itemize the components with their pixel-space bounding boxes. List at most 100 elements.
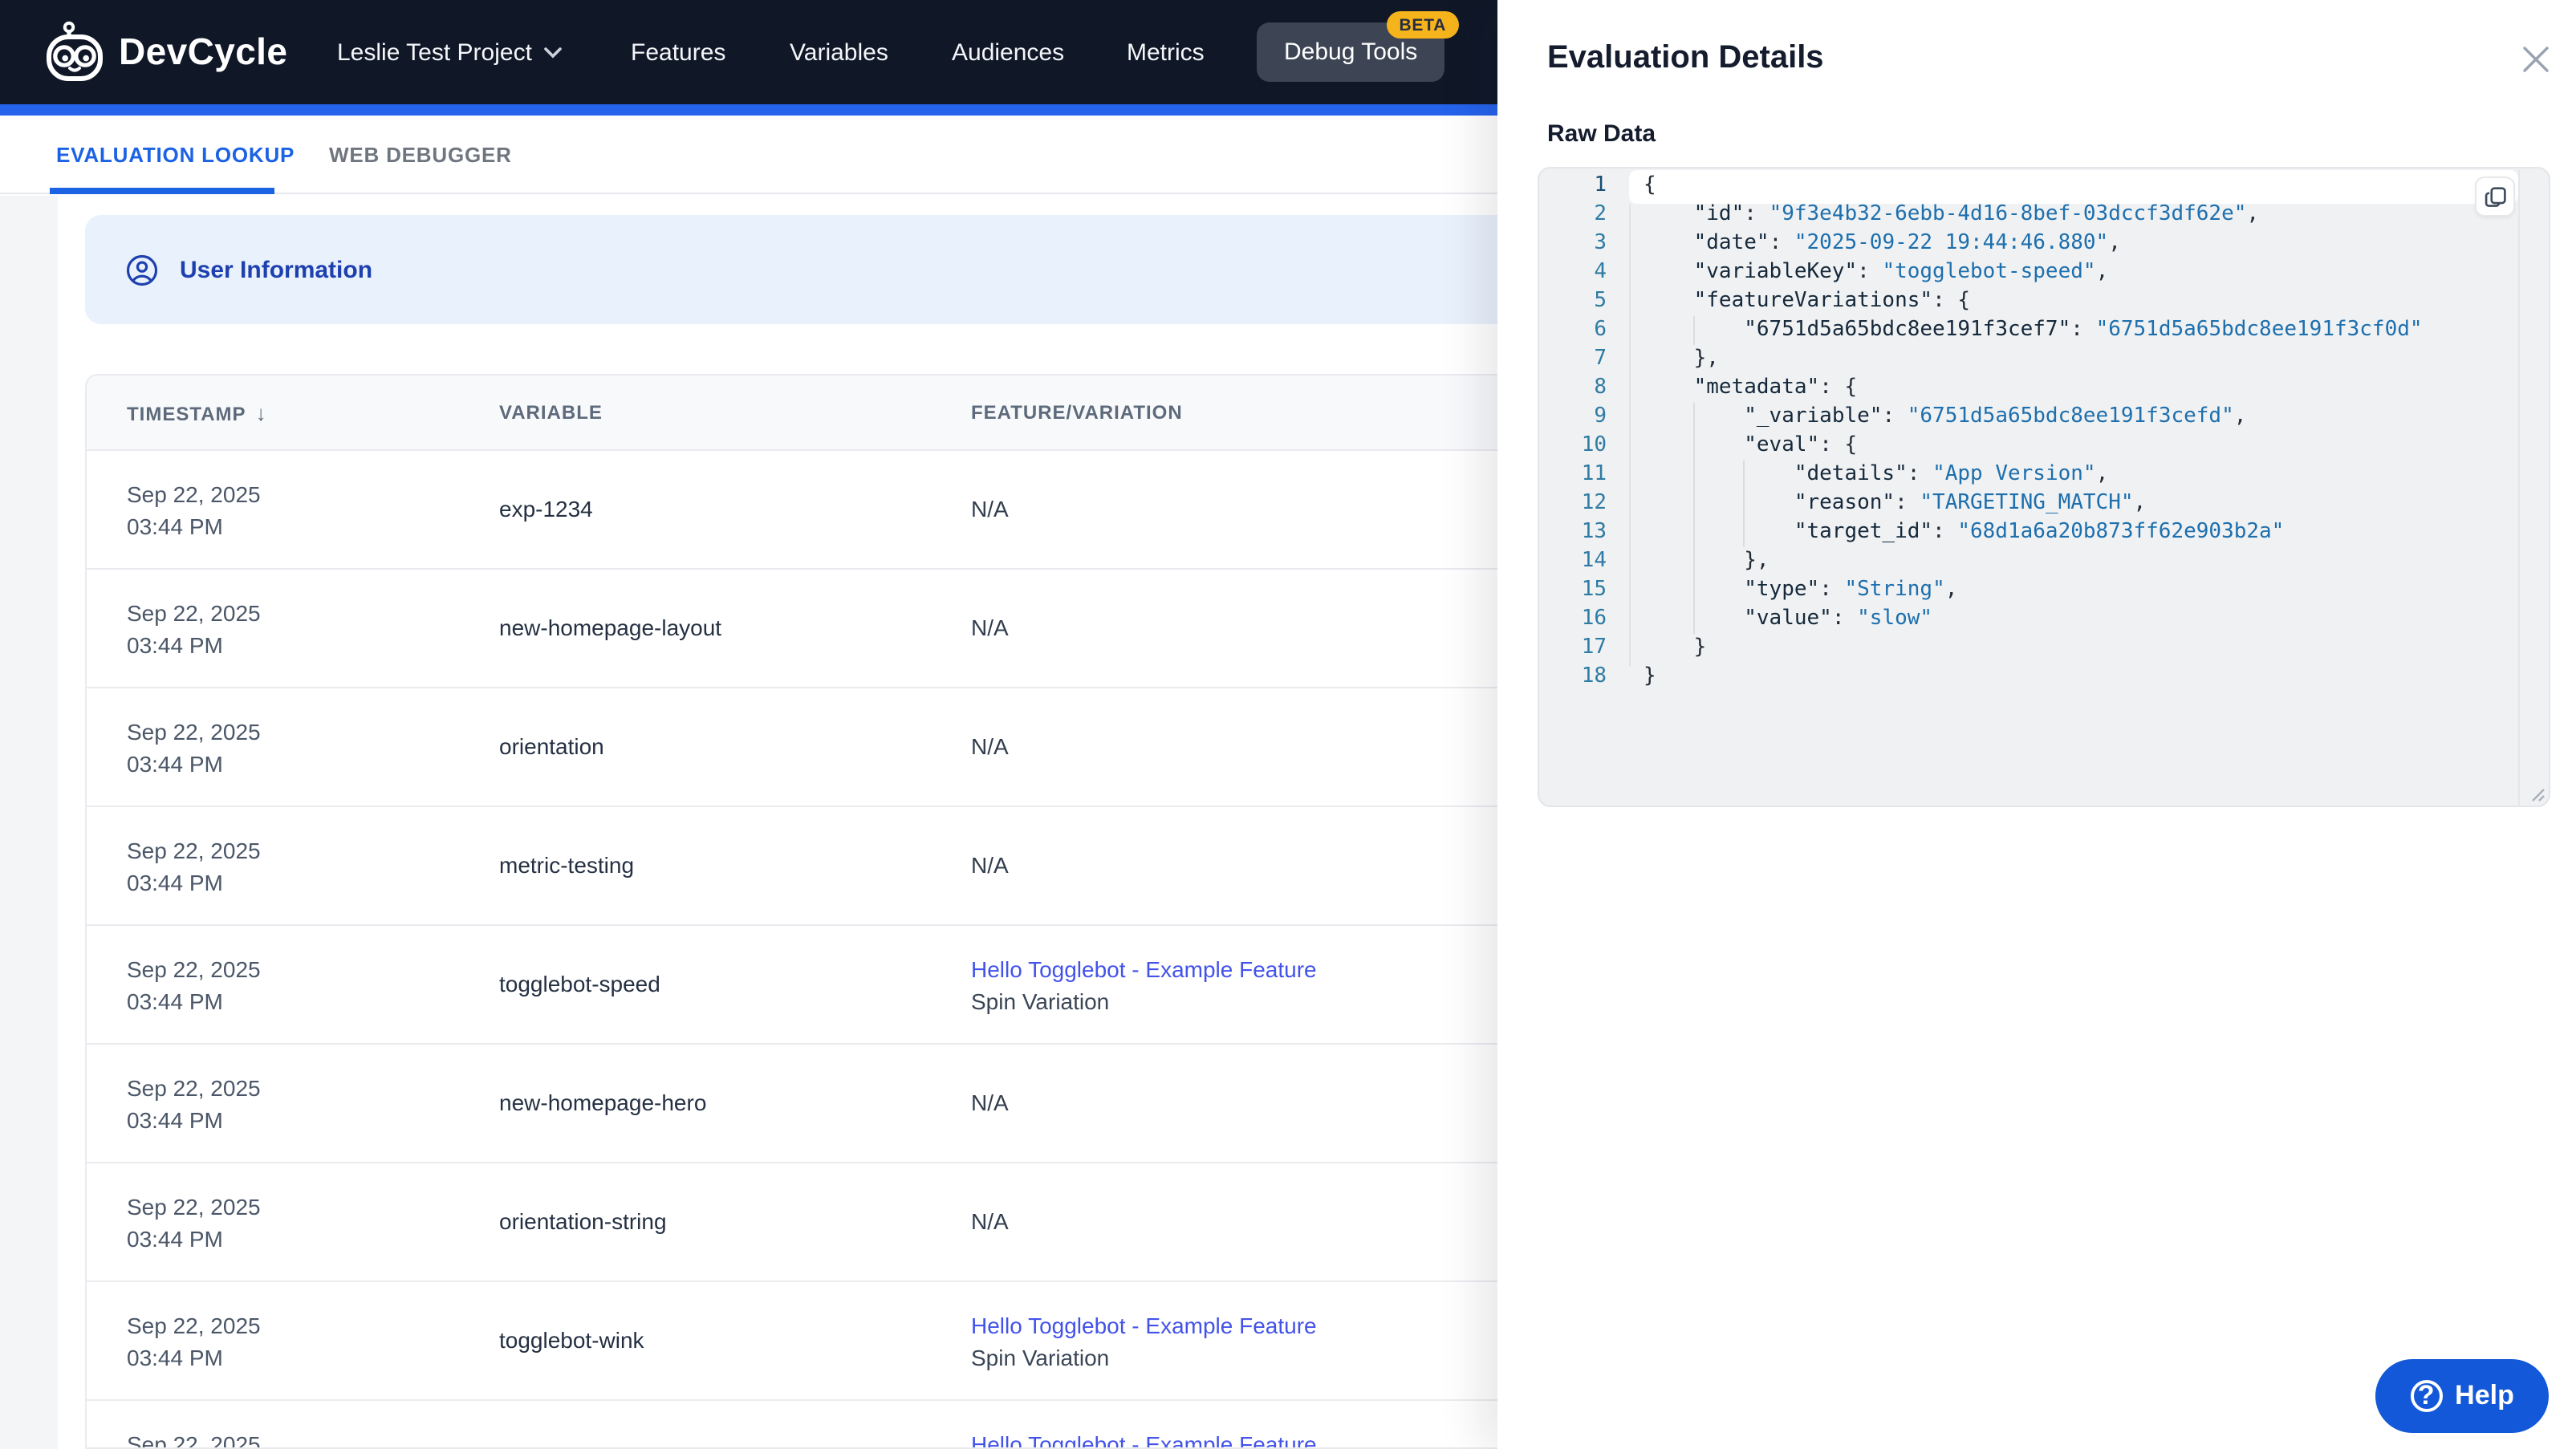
feature-link[interactable]: Hello Togglebot - Example Feature xyxy=(971,1431,1317,1447)
timestamp-cell: Sep 22, 202503:44 PM xyxy=(127,1312,261,1370)
code-line: 18} xyxy=(1539,663,2549,692)
code-line: 12 "reason": "TARGETING_MATCH", xyxy=(1539,489,2549,518)
code-line: 1{ xyxy=(1539,172,2549,201)
table-header: TIMESTAMP ↓ VARIABLE FEATURE/VARIATION xyxy=(87,375,1531,451)
column-header-timestamp[interactable]: TIMESTAMP ↓ xyxy=(87,400,499,424)
evaluation-details-panel: Evaluation Details Raw Data 1{2 "id": "9… xyxy=(1497,0,2576,1449)
arrow-down-icon: ↓ xyxy=(255,400,267,424)
code-line: 8 "metadata": { xyxy=(1539,374,2549,403)
code-line: 10 "eval": { xyxy=(1539,432,2549,461)
timestamp-cell: Sep 22, 202503:44 PM xyxy=(127,718,261,776)
timestamp-cell: Sep 22, 202503:44 PM xyxy=(127,481,261,538)
table-row[interactable]: Sep 22, 202503:44 PM togglebot-speed Hello… xyxy=(87,1401,1531,1449)
table-row[interactable]: Sep 22, 2025 03:44 PM new-homepage-hero N/A xyxy=(87,1045,1531,1163)
line-number: 13 xyxy=(1581,520,1607,544)
variable-cell: new-homepage-hero xyxy=(499,1089,707,1114)
nav-item-metrics[interactable]: Metrics xyxy=(1127,39,1205,66)
variable-cell: togglebot-speed xyxy=(499,1445,660,1447)
code-line: 9 "_variable": "6751d5a65bdc8ee191f3cefd… xyxy=(1539,403,2549,432)
variable-cell: orientation-string xyxy=(499,1208,667,1233)
raw-data-code-block[interactable]: 1{2 "id": "9f3e4b32-6ebb-4d16-8bef-03dcc… xyxy=(1538,167,2550,807)
devcycle-logo[interactable]: DevCycle xyxy=(43,18,287,86)
variation-label: Spin Variation xyxy=(971,988,1110,1013)
copy-button[interactable] xyxy=(2475,177,2515,217)
tab-web-debugger[interactable]: WEB DEBUGGER xyxy=(329,116,512,193)
code-line: 4 "variableKey": "togglebot-speed", xyxy=(1539,258,2549,287)
feature-link[interactable]: Hello Togglebot - Example Feature xyxy=(971,956,1317,981)
line-number: 4 xyxy=(1594,260,1607,284)
line-number: 2 xyxy=(1594,202,1607,226)
feature-na: N/A xyxy=(971,1089,1009,1114)
variable-cell: new-homepage-layout xyxy=(499,614,722,639)
feature-link[interactable]: Hello Togglebot - Example Feature xyxy=(971,1312,1317,1337)
code-line: 11 "details": "App Version", xyxy=(1539,461,2549,489)
user-information-banner[interactable]: User Information xyxy=(85,215,1533,324)
tab-evaluation-lookup[interactable]: EVALUATION LOOKUP xyxy=(56,116,295,193)
line-number: 14 xyxy=(1581,549,1607,573)
variable-cell: metric-testing xyxy=(499,851,635,877)
code-line: 5 "featureVariations": { xyxy=(1539,287,2549,316)
line-number: 6 xyxy=(1594,318,1607,342)
column-header-feature-variation[interactable]: FEATURE/VARIATION xyxy=(971,401,1531,424)
user-information-label: User Information xyxy=(180,256,373,283)
timestamp-cell: Sep 22, 202503:44 PM xyxy=(127,599,261,657)
resize-grip[interactable] xyxy=(2528,785,2546,802)
line-number: 17 xyxy=(1581,635,1607,660)
column-header-variable[interactable]: VARIABLE xyxy=(499,401,971,424)
line-number: 3 xyxy=(1594,231,1607,255)
table-row[interactable]: Sep 22, 2025 03:44 PM exp-1234 N/A xyxy=(87,451,1531,570)
close-icon[interactable] xyxy=(2521,45,2550,74)
line-number: 15 xyxy=(1581,578,1607,602)
line-number: 16 xyxy=(1581,607,1607,631)
line-number: 12 xyxy=(1581,491,1607,515)
table-row[interactable]: Sep 22, 202503:44 PM togglebot-speed Hello… xyxy=(87,926,1531,1045)
table-row[interactable]: Sep 22, 2025 03:44 PM new-homepage-layout N… xyxy=(87,570,1531,688)
code-line: 16 "value": "slow" xyxy=(1539,605,2549,634)
code-line: 14 }, xyxy=(1539,547,2549,576)
variation-label: Spin Variation xyxy=(971,1344,1110,1370)
variable-cell: exp-1234 xyxy=(499,495,593,521)
copy-icon xyxy=(2484,186,2505,206)
feature-na: N/A xyxy=(971,495,1009,521)
line-number: 11 xyxy=(1581,462,1607,486)
line-number: 1 xyxy=(1594,173,1607,197)
variable-cell: togglebot-wink xyxy=(499,1326,644,1352)
line-number: 5 xyxy=(1594,289,1607,313)
timestamp-cell: Sep 22, 202503:44 PM xyxy=(127,1074,261,1132)
help-button[interactable]: ? Help xyxy=(2375,1359,2549,1433)
table-row[interactable]: Sep 22, 2025 03:44 PM togglebot-wink Hello … xyxy=(87,1282,1531,1401)
variable-cell: togglebot-speed xyxy=(499,970,660,996)
page-left-gutter xyxy=(0,196,58,1449)
app-root: DevCycle Leslie Test Project Features Va… xyxy=(0,0,2576,1449)
nav-item-audiences[interactable]: Audiences xyxy=(952,39,1064,66)
feature-na: N/A xyxy=(971,733,1009,758)
beta-badge: BETA xyxy=(1386,11,1460,39)
code-line: 2 "id": "9f3e4b32-6ebb-4d16-8bef-03dccf3… xyxy=(1539,201,2549,229)
code-line: 6 "6751d5a65bdc8ee191f3cef7": "6751d5a65… xyxy=(1539,316,2549,345)
devcycle-robot-icon xyxy=(47,20,103,80)
table-row[interactable]: Sep 22, 2025 03:44 PM metric-testing N/A xyxy=(87,807,1531,926)
table-row[interactable]: Sep 22, 2025 03:44 PM orientation N/A xyxy=(87,688,1531,807)
nav-item-debug-tools[interactable]: Debug Tools BETA xyxy=(1257,11,1460,82)
project-selector[interactable]: Leslie Test Project xyxy=(337,39,563,66)
timestamp-cell: Sep 22, 202503:44 PM xyxy=(127,1431,261,1449)
timestamp-cell: Sep 22, 202503:44 PM xyxy=(127,956,261,1013)
code-line: 13 "target_id": "68d1a6a20b873ff62e903b2… xyxy=(1539,518,2549,547)
nav-item-variables[interactable]: Variables xyxy=(790,39,888,66)
nav-item-features[interactable]: Features xyxy=(631,39,725,66)
line-number: 10 xyxy=(1581,433,1607,457)
feature-na: N/A xyxy=(971,614,1009,639)
table-row[interactable]: Sep 22, 2025 03:44 PM orientation-string N/… xyxy=(87,1163,1531,1282)
raw-data-heading: Raw Data xyxy=(1547,120,1656,148)
chevron-down-icon xyxy=(545,47,563,58)
line-number: 9 xyxy=(1594,404,1607,428)
line-number: 18 xyxy=(1581,664,1607,688)
code-line: 3 "date": "2025-09-22 19:44:46.880", xyxy=(1539,229,2549,258)
variable-cell: orientation xyxy=(499,733,604,758)
timestamp-cell: Sep 22, 202503:44 PM xyxy=(127,1193,261,1251)
code-line: 15 "type": "String", xyxy=(1539,576,2549,605)
feature-na: N/A xyxy=(971,851,1009,877)
code-line: 7 }, xyxy=(1539,345,2549,374)
project-name: Leslie Test Project xyxy=(337,39,532,66)
user-circle-icon xyxy=(126,254,158,286)
